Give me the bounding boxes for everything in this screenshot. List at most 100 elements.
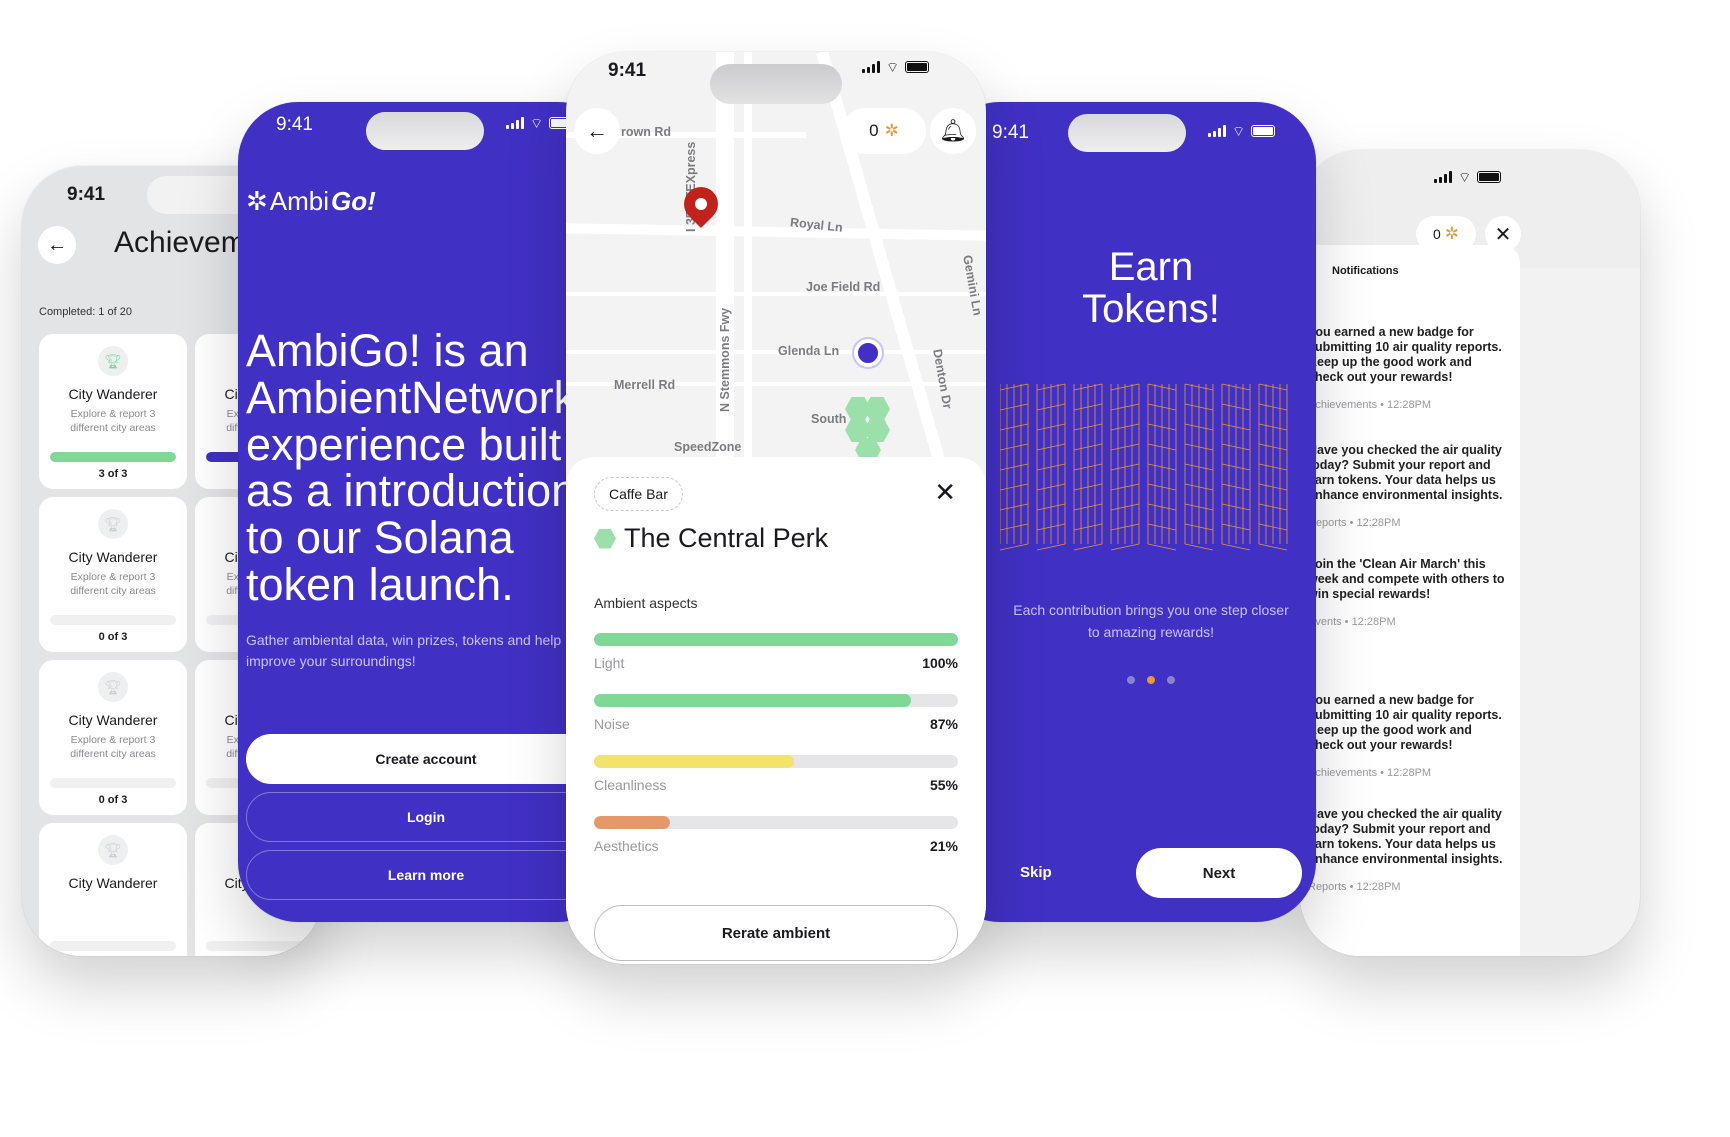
trophy-icon: 🏆︎ <box>98 672 128 702</box>
achievement-count: 3 of 3 <box>98 468 128 480</box>
arrow-left-icon: ← <box>47 233 67 256</box>
trophy-icon: 🏆︎ <box>98 835 128 865</box>
area-hex[interactable] <box>864 397 890 421</box>
notification-meta: Achievements • 12:28PM <box>1308 399 1432 411</box>
notification-item[interactable]: Have you checked the air quality today? … <box>1300 807 1505 894</box>
grid-panel <box>1110 383 1140 551</box>
dynamic-island <box>366 112 484 150</box>
status-time: 9:41 <box>67 184 106 205</box>
earn-tokens-screen: 9:41 ⌔ Earn Tokens! Each contribution br… <box>940 102 1316 922</box>
earn-description: Each contribution brings you one step cl… <box>1013 602 1289 640</box>
earn-title: Earn Tokens! <box>1082 245 1220 331</box>
achievement-desc: Explore & report 3 different city areas <box>70 408 156 435</box>
close-icon: ✕ <box>1494 223 1512 246</box>
map-screen: rown Rd Royal Ln Joe Field Rd I 35E TEXp… <box>566 52 986 964</box>
status-time: 9:41 <box>276 114 313 135</box>
achievement-name: City Wanderer <box>68 386 158 402</box>
grid-panel <box>1000 383 1029 551</box>
aspect-row: Noise 87% <box>594 694 958 734</box>
back-button[interactable]: ← <box>38 226 76 264</box>
back-button[interactable]: ← <box>574 108 620 154</box>
achievement-progress <box>206 941 322 951</box>
create-account-button[interactable]: Create account <box>246 734 606 784</box>
achievement-card[interactable]: 🏆︎ City Wanderer <box>39 823 187 956</box>
achievement-card[interactable]: 🏆︎ City Wanderer Explore & report 3 differ… <box>39 334 187 489</box>
battery-icon <box>1477 171 1502 183</box>
pinwheel-icon: ✲ <box>246 186 268 216</box>
aspect-percent: 100% <box>922 655 958 671</box>
token-balance[interactable]: 0 ✲ <box>842 108 926 154</box>
notification-item[interactable]: Have you checked the air quality today? … <box>1300 443 1505 530</box>
notification-meta: Reports • 12:28PM <box>1308 881 1401 893</box>
trophy-icon: 🏆︎ <box>98 346 128 376</box>
arrow-left-icon: ← <box>586 118 608 143</box>
achievement-progress <box>50 615 176 625</box>
place-title: The Central Perk <box>594 523 828 554</box>
grid-panel <box>1147 383 1177 551</box>
achievement-name: City Wanderer <box>68 875 158 891</box>
notification-item[interactable]: You earned a new badge for submitting 10… <box>1300 325 1505 412</box>
achievement-name: City Wanderer <box>68 549 158 565</box>
grid-panel <box>1258 383 1288 551</box>
aspect-bar <box>594 633 958 646</box>
aspects-heading: Ambient aspects <box>594 595 698 611</box>
notification-body: You earned a new badge for submitting 10… <box>1308 693 1502 752</box>
achievement-count: 0 of 3 <box>98 794 128 806</box>
achievement-progress <box>50 941 176 951</box>
hex-icon <box>594 528 616 549</box>
page-dot[interactable] <box>1147 676 1155 684</box>
wifi-icon: ⌔ <box>530 115 544 131</box>
achievement-card[interactable]: 🏆︎ City Wanderer Explore & report 3 differ… <box>39 497 187 652</box>
rerate-ambient-button[interactable]: Rerate ambient <box>594 905 958 961</box>
category-chip[interactable]: Caffe Bar <box>594 477 683 511</box>
achievement-card[interactable]: 🏆︎ City Wanderer Explore & report 3 differ… <box>39 660 187 815</box>
aspect-bar <box>594 694 958 707</box>
token-icon: ✲ <box>884 121 899 140</box>
achievement-count: 0 of 3 <box>98 631 128 643</box>
status-bar: 9:41 ⌔ <box>940 102 1316 162</box>
status-bar: 9:41 ⌔ <box>238 102 618 162</box>
notifications-panel: Notifications You earned a new badge for… <box>1300 245 1520 956</box>
intro-screen: 9:41 ⌔ ✲ Ambi Go! AmbiGo! is an AmbientNe… <box>238 102 618 922</box>
aspect-label: Noise <box>594 716 630 732</box>
completed-count: Completed: 1 of 20 <box>39 306 132 318</box>
close-icon[interactable]: ✕ <box>934 479 956 505</box>
aspect-bar <box>594 755 958 768</box>
trophy-icon: 🏆︎ <box>98 509 128 539</box>
dynamic-island <box>1068 114 1186 152</box>
wifi-icon: ⌔ <box>886 59 900 75</box>
aspect-row: Cleanliness 55% <box>594 755 958 795</box>
notification-meta: Events • 12:28PM <box>1308 616 1396 628</box>
notification-body: Have you checked the air quality today? … <box>1308 807 1503 866</box>
learn-more-button[interactable]: Learn more <box>246 850 606 900</box>
notifications-button[interactable]: 🔔︎ <box>930 108 976 154</box>
status-time: 9:41 <box>992 122 1029 143</box>
login-button[interactable]: Login <box>246 792 606 842</box>
achievement-progress <box>50 778 176 788</box>
notifications-title: Notifications <box>1332 265 1399 277</box>
achievement-desc: Explore & report 3 different city areas <box>70 571 156 598</box>
signal-icon <box>862 61 880 73</box>
notification-meta: Achievements • 12:28PM <box>1308 767 1432 779</box>
status-time: 9:41 <box>608 60 647 81</box>
skip-button[interactable]: Skip <box>1020 864 1052 881</box>
next-button[interactable]: Next <box>1136 848 1302 898</box>
achievement-desc: Explore & report 3 different city areas <box>70 734 156 761</box>
aspect-label: Aesthetics <box>594 838 659 854</box>
achievement-progress <box>50 452 176 462</box>
aspect-bar <box>594 816 958 829</box>
status-bar: 9:41 ⌔ <box>566 52 986 112</box>
page-dot[interactable] <box>1167 676 1175 684</box>
aspect-row: Light 100% <box>594 633 958 673</box>
page-indicator <box>986 676 1316 684</box>
wifi-icon: ⌔ <box>1232 123 1246 139</box>
dynamic-island <box>710 64 842 104</box>
battery-icon <box>905 61 930 73</box>
notification-meta: Reports • 12:28PM <box>1308 517 1401 529</box>
notification-item[interactable]: Join the 'Clean Air March' this week and… <box>1300 557 1505 629</box>
bell-icon: 🔔︎ <box>939 118 967 143</box>
place-sheet: Caffe Bar ✕ The Central Perk Ambient asp… <box>566 457 986 964</box>
page-dot[interactable] <box>1127 676 1135 684</box>
grid-panel <box>1036 383 1066 551</box>
notification-item[interactable]: You earned a new badge for submitting 10… <box>1300 693 1505 780</box>
